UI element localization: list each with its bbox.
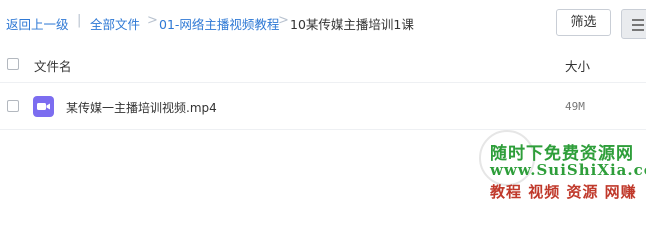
breadcrumb-separator: > bbox=[278, 13, 289, 28]
list-view-icon-bar bbox=[632, 19, 644, 21]
filter-button[interactable]: 筛选 bbox=[556, 9, 611, 36]
back-link[interactable]: 返回上一级 bbox=[6, 14, 69, 33]
list-view-icon[interactable] bbox=[621, 9, 646, 39]
select-all-checkbox[interactable] bbox=[7, 58, 19, 70]
breadcrumb-all-files[interactable]: 全部文件 bbox=[90, 14, 140, 33]
file-size: 49M bbox=[565, 100, 585, 113]
breadcrumb-folder[interactable]: 01-网络主播视频教程 bbox=[159, 14, 279, 33]
watermark-tagline: 教程 视频 资源 网赚 bbox=[490, 183, 637, 201]
column-header-name[interactable]: 文件名 bbox=[34, 56, 72, 75]
breadcrumb-separator: | bbox=[77, 13, 82, 28]
list-view-icon-bar bbox=[632, 24, 644, 26]
file-name-link[interactable]: 某传媒一主播培训视频.mp4 bbox=[66, 99, 217, 116]
column-header-size[interactable]: 大小 bbox=[565, 56, 590, 75]
video-file-icon bbox=[33, 96, 54, 117]
breadcrumb-bar: 返回上一级 | 全部文件 > 01-网络主播视频教程 > 10某传媒主播培训1课… bbox=[0, 0, 646, 46]
video-camera-icon bbox=[37, 103, 50, 110]
table-row[interactable]: 某传媒一主播培训视频.mp4 49M bbox=[0, 83, 646, 130]
breadcrumb-separator: > bbox=[147, 13, 158, 28]
row-checkbox[interactable] bbox=[7, 100, 19, 112]
breadcrumb-current: 10某传媒主播培训1课 bbox=[290, 17, 414, 32]
list-view-icon-bar bbox=[632, 29, 644, 31]
table-header: 文件名 大小 bbox=[0, 46, 646, 83]
watermark-url: www.SuiShiXia.com bbox=[490, 161, 646, 179]
